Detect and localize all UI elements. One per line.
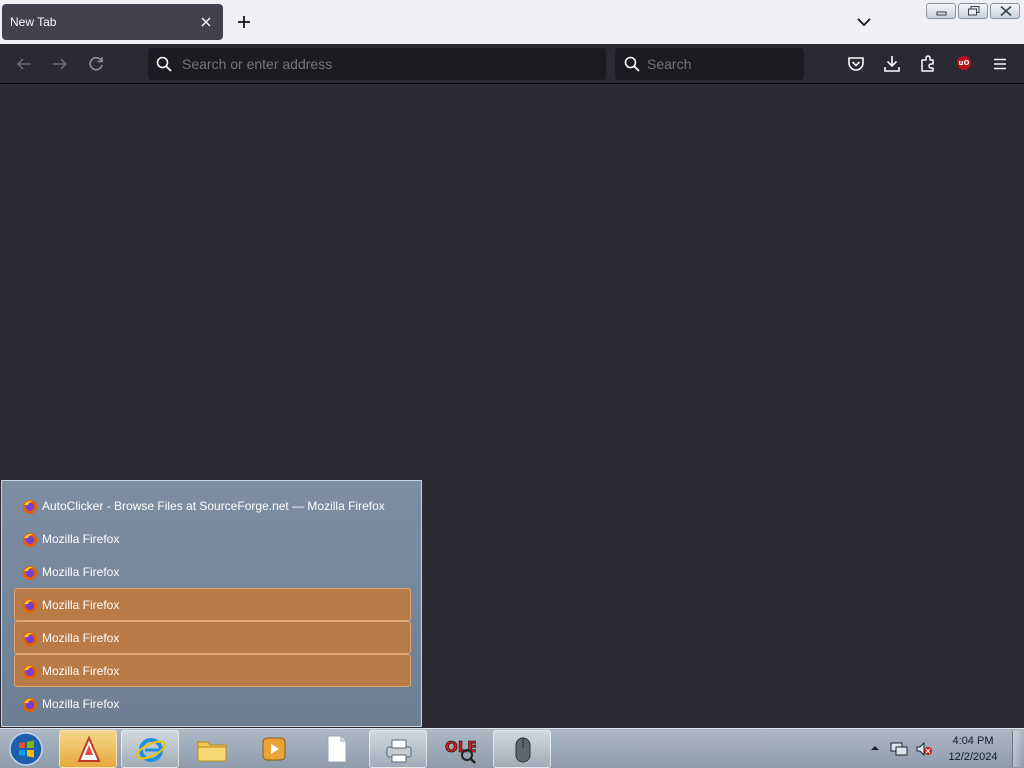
start-button[interactable] — [6, 731, 46, 767]
window-list-item[interactable]: Mozilla Firefox — [14, 555, 411, 588]
show-hidden-icons-icon[interactable] — [868, 741, 882, 760]
hamburger-menu-icon[interactable] — [988, 52, 1012, 76]
clock-date[interactable]: 12/2/2024 — [940, 751, 1006, 763]
media-player-icon — [262, 737, 286, 761]
taskbar-window-list: AutoClicker - Browse Files at SourceForg… — [1, 480, 422, 727]
chevron-down-icon[interactable] — [852, 10, 876, 34]
pocket-icon[interactable] — [844, 52, 868, 76]
close-window-button[interactable] — [990, 3, 1020, 19]
firefox-icon — [22, 697, 38, 713]
ole-icon: OLE — [445, 738, 476, 764]
firefox-icon — [77, 735, 101, 762]
show-desktop-button[interactable] — [1012, 731, 1022, 767]
navigation-toolbar: uO — [0, 44, 1024, 84]
window-list-label: Mozilla Firefox — [42, 664, 120, 678]
firefox-icon — [22, 565, 38, 581]
window-list-label: AutoClicker - Browse Files at SourceForg… — [42, 499, 385, 513]
firefox-icon — [22, 499, 38, 515]
downloads-icon[interactable] — [880, 52, 904, 76]
reload-icon[interactable] — [84, 52, 108, 76]
tab-strip: New Tab — [0, 0, 1024, 44]
window-list-item[interactable]: Mozilla Firefox — [14, 687, 411, 720]
tab-title: New Tab — [10, 15, 57, 29]
taskbar-internet-explorer-button[interactable] — [121, 730, 179, 768]
search-icon — [156, 56, 172, 77]
address-input[interactable] — [182, 56, 582, 72]
window-list-item[interactable]: Mozilla Firefox — [14, 522, 411, 555]
firefox-icon — [22, 631, 38, 647]
restore-window-button[interactable] — [958, 3, 988, 19]
network-icon[interactable] — [890, 741, 908, 762]
clock-time[interactable]: 4:04 PM — [940, 735, 1006, 747]
back-arrow-icon[interactable] — [12, 52, 36, 76]
firefox-icon — [22, 664, 38, 680]
taskbar-auto-clicker-button[interactable] — [493, 730, 551, 768]
search-input[interactable] — [647, 56, 797, 72]
tab-new-tab[interactable]: New Tab — [2, 4, 223, 40]
extensions-puzzle-icon[interactable] — [916, 52, 940, 76]
taskbar-notepad-button[interactable] — [307, 730, 365, 768]
taskbar-firefox-button[interactable] — [59, 730, 117, 768]
firefox-icon — [22, 598, 38, 614]
search-bar[interactable] — [615, 48, 804, 80]
window-list-label: Mozilla Firefox — [42, 532, 120, 546]
forward-arrow-icon[interactable] — [48, 52, 72, 76]
firefox-icon — [22, 532, 38, 548]
internet-explorer-icon — [136, 738, 166, 762]
volume-muted-icon[interactable] — [915, 741, 933, 762]
taskbar-ole-tool-button[interactable]: OLE — [431, 730, 489, 768]
window-list-label: Mozilla Firefox — [42, 697, 120, 711]
window-list-item-selected[interactable]: Mozilla Firefox — [14, 654, 411, 687]
close-tab-icon[interactable] — [196, 12, 216, 32]
mouse-icon — [515, 737, 531, 763]
taskbar-file-explorer-button[interactable] — [183, 730, 241, 768]
windows-taskbar: OLE 4:04 PM 12/2/2024 — [0, 728, 1024, 768]
window-list-item-selected[interactable]: Mozilla Firefox — [14, 588, 411, 621]
printer-icon — [386, 739, 412, 763]
ublock-badge: uO — [957, 56, 971, 70]
window-list-label: Mozilla Firefox — [42, 598, 120, 612]
window-list-label: Mozilla Firefox — [42, 631, 120, 645]
taskbar-printer-button[interactable] — [369, 730, 427, 768]
document-icon — [327, 735, 347, 763]
taskbar-media-player-button[interactable] — [245, 730, 303, 768]
window-list-item[interactable]: AutoClicker - Browse Files at SourceForg… — [14, 489, 411, 522]
window-list-item-selected[interactable]: Mozilla Firefox — [14, 621, 411, 654]
minimize-window-button[interactable] — [926, 3, 956, 19]
new-tab-plus-icon[interactable] — [232, 10, 256, 34]
search-icon — [624, 56, 640, 77]
folder-icon — [197, 741, 227, 762]
address-bar[interactable] — [148, 48, 606, 80]
window-list-label: Mozilla Firefox — [42, 565, 120, 579]
ublock-origin-icon[interactable]: uO — [952, 52, 976, 76]
